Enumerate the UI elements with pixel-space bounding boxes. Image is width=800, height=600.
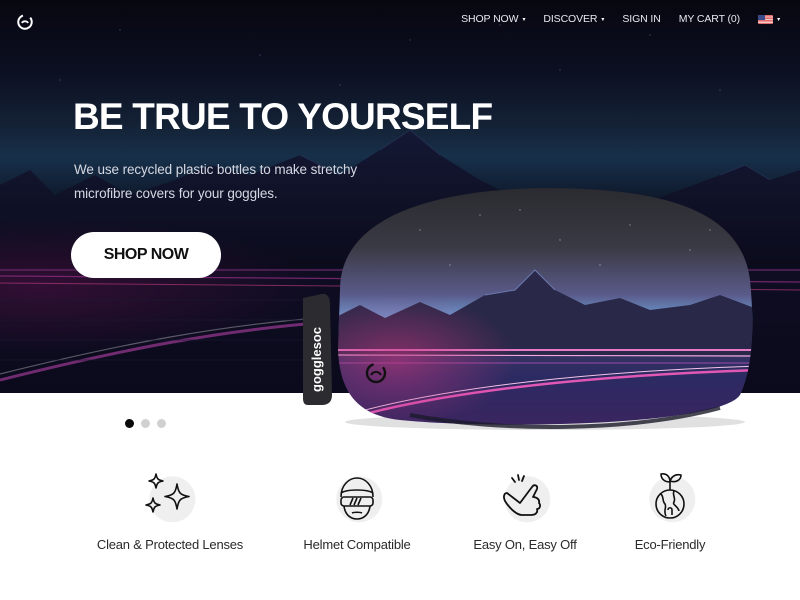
feature-easy-on-off: Easy On, Easy Off (473, 465, 577, 552)
hero-headline: BE TRUE TO YOURSELF (73, 96, 493, 137)
chevron-down-icon: ▾ (777, 16, 780, 23)
brand-tag-text: gogglesoc (309, 327, 324, 392)
feature-list: Clean & Protected Lenses Helmet Compatib… (0, 465, 800, 565)
feature-eco-friendly: Eco-Friendly (633, 465, 707, 552)
nav-my-cart-label: MY CART (0) (678, 13, 741, 25)
hero-subtext: We use recycled plastic bottles to make … (74, 162, 358, 201)
chevron-down-icon: ▾ (601, 16, 605, 23)
globe-sprout-icon (655, 473, 685, 519)
carousel-pagination (125, 419, 166, 428)
feature-label: Helmet Compatible (303, 537, 411, 552)
nav-discover[interactable]: DISCOVER ▾ (543, 13, 604, 25)
shop-now-button[interactable]: SHOP NOW (71, 232, 221, 278)
carousel-dot-3[interactable] (157, 419, 166, 428)
goggle-cover-product-image: gogglesoc (303, 188, 753, 430)
feature-label: Eco-Friendly (634, 537, 706, 552)
helmet-goggles-icon (340, 477, 374, 520)
us-flag-icon (758, 14, 774, 24)
nav-shop-now-label: SHOP NOW (461, 13, 519, 25)
gogglesoc-logo-icon[interactable] (16, 13, 34, 31)
feature-clean-lenses: Clean & Protected Lenses (96, 465, 244, 552)
chevron-down-icon: ▾ (522, 16, 526, 23)
locale-selector[interactable]: ▾ (758, 14, 780, 24)
nav-sign-in-label: SIGN IN (622, 13, 661, 25)
sparkles-icon (145, 473, 190, 513)
feature-label: Clean & Protected Lenses (96, 537, 244, 552)
carousel-dot-2[interactable] (141, 419, 150, 428)
nav-discover-label: DISCOVER (543, 13, 598, 25)
snap-fingers-icon (503, 474, 541, 516)
brand-tag: gogglesoc (303, 293, 332, 405)
feature-label: Easy On, Easy Off (473, 537, 577, 552)
top-nav: SHOP NOW ▾ DISCOVER ▾ SIGN IN MY CART (0… (0, 0, 800, 42)
nav-shop-now[interactable]: SHOP NOW ▾ (461, 13, 525, 25)
carousel-dot-1[interactable] (125, 419, 134, 428)
feature-helmet-compatible: Helmet Compatible (298, 465, 416, 552)
nav-links: SHOP NOW ▾ DISCOVER ▾ SIGN IN MY CART (0… (443, 13, 780, 25)
nav-sign-in[interactable]: SIGN IN (622, 13, 660, 25)
nav-my-cart[interactable]: MY CART (0) (679, 13, 740, 25)
